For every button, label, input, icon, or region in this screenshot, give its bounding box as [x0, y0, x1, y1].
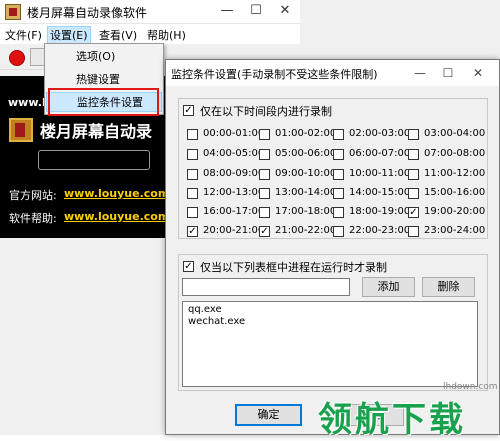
time-slot-label: 09:00-10:00 — [275, 168, 337, 179]
time-slot-label: 07:00-08:00 — [424, 148, 486, 159]
time-slot-checkbox[interactable] — [408, 188, 419, 199]
menu-file[interactable]: 文件(F) — [5, 27, 42, 43]
record-button[interactable] — [9, 50, 25, 66]
time-slot-checkbox[interactable] — [333, 226, 344, 237]
minimize-icon[interactable]: — — [213, 0, 241, 24]
time-slot-checkbox[interactable] — [408, 169, 419, 180]
time-slot-label: 17:00-18:00 — [275, 206, 337, 217]
help-link[interactable]: www.louyue.com — [64, 210, 169, 223]
list-item[interactable]: wechat.exe — [188, 316, 245, 327]
close-icon[interactable]: ✕ — [271, 0, 299, 24]
time-slot-label: 00:00-01:00 — [203, 128, 265, 139]
time-slot-checkbox[interactable] — [333, 188, 344, 199]
time-slot-label: 03:00-04:00 — [424, 128, 486, 139]
time-slot-checkbox[interactable] — [408, 226, 419, 237]
time-slot-checkbox[interactable] — [259, 188, 270, 199]
time-slot-checkbox[interactable] — [187, 149, 198, 160]
menu-item-hotkeys[interactable]: 热键设置 — [46, 70, 162, 90]
time-slot-label: 10:00-11:00 — [349, 168, 411, 179]
time-slot-checkbox[interactable] — [333, 207, 344, 218]
dialog-minimize-icon[interactable]: — — [407, 61, 433, 85]
main-titlebar: 楼月屏幕自动录像软件 — ☐ ✕ — [0, 0, 300, 24]
menu-settings[interactable]: 设置(E) — [47, 26, 91, 44]
time-slot-label: 14:00-15:00 — [349, 187, 411, 198]
time-slot-checkbox[interactable]: ✓ — [408, 207, 419, 218]
time-slot-checkbox[interactable] — [333, 129, 344, 140]
add-process-button[interactable]: 添加 — [362, 277, 415, 297]
time-slot-checkbox[interactable] — [259, 169, 270, 180]
dialog-titlebar: 监控条件设置(手动录制不受这些条件限制) — ☐ ✕ — [166, 60, 499, 86]
time-slot-checkbox[interactable] — [187, 129, 198, 140]
process-list[interactable]: qq.exe wechat.exe — [182, 301, 478, 387]
highlight-annotation-box — [48, 88, 159, 116]
menu-item-options[interactable]: 选项(O) — [46, 47, 162, 67]
time-slot-label: 12:00-13:00 — [203, 187, 265, 198]
time-slot-checkbox[interactable] — [259, 149, 270, 160]
time-slot-label: 21:00-22:00 — [275, 225, 337, 236]
time-range-enable-checkbox[interactable]: ✓ — [183, 105, 194, 116]
time-slot-checkbox[interactable] — [333, 169, 344, 180]
time-slot-label: 15:00-16:00 — [424, 187, 486, 198]
process-enable-label: 仅当以下列表框中进程在运行时才录制 — [200, 261, 387, 274]
time-slot-label: 16:00-17:00 — [203, 206, 265, 217]
watermark-url: lhdown.com — [443, 382, 498, 392]
time-range-enable-label: 仅在以下时间段内进行录制 — [200, 105, 332, 118]
time-slot-label: 19:00-20:00 — [424, 206, 486, 217]
banner-frame — [38, 150, 150, 170]
app-logo-icon — [5, 4, 21, 20]
time-slot-label: 18:00-19:00 — [349, 206, 411, 217]
time-slot-label: 22:00-23:00 — [349, 225, 411, 236]
dialog-title: 监控条件设置(手动录制不受这些条件限制) — [171, 68, 378, 81]
help-label: 软件帮助: — [9, 212, 57, 225]
time-slot-label: 20:00-21:00 — [203, 225, 265, 236]
banner-app-title: 楼月屏幕自动录 — [40, 122, 153, 141]
time-slot-label: 05:00-06:00 — [275, 148, 337, 159]
main-window-title: 楼月屏幕自动录像软件 — [27, 6, 148, 20]
time-slot-label: 02:00-03:00 — [349, 128, 411, 139]
time-slot-checkbox[interactable] — [333, 149, 344, 160]
menu-view[interactable]: 查看(V) — [99, 27, 137, 43]
time-slot-checkbox[interactable]: ✓ — [187, 226, 198, 237]
process-name-input[interactable] — [182, 278, 350, 296]
time-slot-checkbox[interactable] — [408, 149, 419, 160]
list-item[interactable]: qq.exe — [188, 304, 222, 315]
time-slot-label: 13:00-14:00 — [275, 187, 337, 198]
official-site-label: 官方网站: — [9, 189, 57, 202]
maximize-icon[interactable]: ☐ — [242, 0, 270, 24]
time-slot-checkbox[interactable] — [187, 188, 198, 199]
time-slot-label: 06:00-07:00 — [349, 148, 411, 159]
time-slot-label: 08:00-09:00 — [203, 168, 265, 179]
dialog-maximize-icon[interactable]: ☐ — [435, 61, 461, 85]
time-slot-checkbox[interactable] — [187, 169, 198, 180]
delete-process-button[interactable]: 删除 — [422, 277, 475, 297]
banner-url: www.l — [8, 96, 46, 109]
ok-button[interactable]: 确定 — [235, 404, 302, 426]
official-site-link[interactable]: www.louyue.com — [64, 187, 169, 200]
menu-help[interactable]: 帮助(H) — [147, 27, 186, 43]
banner-logo-icon — [9, 118, 33, 142]
menubar: 文件(F) 设置(E) 查看(V) 帮助(H) — [0, 24, 300, 44]
time-slot-label: 11:00-12:00 — [424, 168, 486, 179]
watermark-text: 领航下载 — [318, 400, 466, 440]
dialog-close-icon[interactable]: ✕ — [465, 61, 491, 85]
time-slot-checkbox[interactable] — [259, 129, 270, 140]
time-slot-checkbox[interactable] — [259, 207, 270, 218]
time-slot-checkbox[interactable] — [187, 207, 198, 218]
time-slot-checkbox[interactable]: ✓ — [259, 226, 270, 237]
time-slot-label: 01:00-02:00 — [275, 128, 337, 139]
monitor-conditions-dialog: 监控条件设置(手动录制不受这些条件限制) — ☐ ✕ ✓ 仅在以下时间段内进行录… — [165, 59, 500, 435]
process-enable-checkbox[interactable]: ✓ — [183, 261, 194, 272]
time-slot-label: 23:00-24:00 — [424, 225, 486, 236]
time-slot-checkbox[interactable] — [408, 129, 419, 140]
status-area — [0, 238, 165, 435]
time-slot-label: 04:00-05:00 — [203, 148, 265, 159]
